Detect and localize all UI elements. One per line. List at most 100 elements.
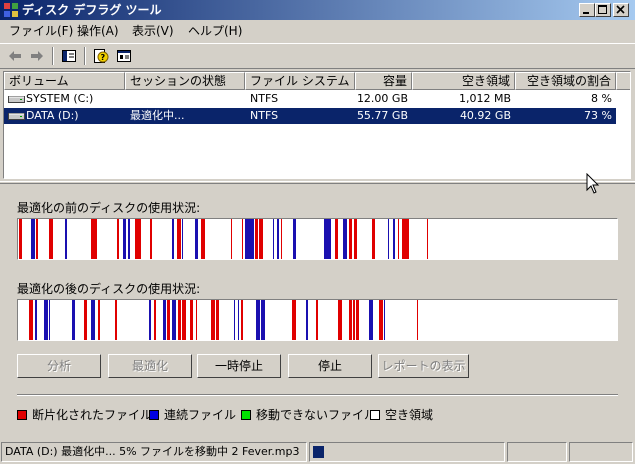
volume-row[interactable]: SYSTEM (C:) NTFS 12.00 GB 1,012 MB 8 % xyxy=(4,91,616,107)
back-arrow-icon[interactable] xyxy=(7,48,23,64)
disk-map-after-graphic xyxy=(29,300,418,340)
minimize-button[interactable] xyxy=(579,3,595,17)
disk-map-before xyxy=(17,218,618,260)
maximize-button[interactable] xyxy=(595,3,611,17)
disk-map-before-graphic xyxy=(19,219,428,259)
column-header-filler xyxy=(616,72,630,90)
disk-cluster-stripe xyxy=(177,219,181,259)
disk-cluster-stripe xyxy=(91,300,95,340)
legend-label-unmovable: 移動できないファイル xyxy=(256,408,377,422)
disk-cluster-stripe xyxy=(281,219,282,259)
menu-action[interactable]: 操作(A) xyxy=(77,24,119,38)
disk-cluster-stripe xyxy=(293,219,296,259)
before-map-label: 最適化の前のディスクの使用状況: xyxy=(17,201,201,215)
disk-cluster-stripe xyxy=(252,219,254,259)
disk-cluster-stripe xyxy=(335,219,338,259)
column-header-capacity[interactable]: 容量 xyxy=(355,72,412,90)
disk-cluster-stripe xyxy=(256,300,260,340)
mouse-pointer-icon xyxy=(586,173,600,194)
disk-cluster-stripe xyxy=(211,300,215,340)
disk-cluster-stripe xyxy=(388,219,389,259)
disk-cluster-stripe xyxy=(93,219,97,259)
view-report-button[interactable]: レポートの表示 xyxy=(378,354,469,378)
capacity: 55.77 GB xyxy=(356,109,408,122)
volume-list[interactable]: ボリューム セッションの状態 ファイル システム 容量 空き領域 空き領域の割合… xyxy=(3,71,631,179)
disk-cluster-stripe xyxy=(182,300,186,340)
free-percent: 8 % xyxy=(591,92,612,105)
disk-cluster-stripe xyxy=(417,300,418,340)
disk-cluster-stripe xyxy=(338,300,342,340)
session-status: 最適化中... xyxy=(130,109,185,122)
pause-button[interactable]: 一時停止 xyxy=(197,354,281,378)
disk-cluster-stripe xyxy=(19,219,22,259)
disk-cluster-stripe xyxy=(248,219,252,259)
disk-cluster-stripe xyxy=(261,300,265,340)
disk-cluster-stripe xyxy=(196,300,197,340)
pane-splitter[interactable] xyxy=(0,181,635,184)
help-icon[interactable]: ? xyxy=(93,48,109,64)
forward-arrow-icon[interactable] xyxy=(29,48,45,64)
legend-swatch-unmovable xyxy=(241,410,251,420)
disk-cluster-stripe xyxy=(355,219,357,259)
hard-drive-icon xyxy=(8,96,25,103)
disk-cluster-stripe xyxy=(241,300,243,340)
analyze-button[interactable]: 分析 xyxy=(17,354,101,378)
progress-panel xyxy=(309,442,505,462)
disk-cluster-stripe xyxy=(406,219,409,259)
close-button[interactable] xyxy=(613,3,629,17)
properties-icon[interactable] xyxy=(116,48,132,64)
legend-label-contiguous: 連続ファイル xyxy=(164,408,237,422)
legend-swatch-fragmented xyxy=(17,410,27,420)
disk-cluster-stripe xyxy=(31,219,35,259)
defragment-button[interactable]: 最適化 xyxy=(108,354,192,378)
show-hide-console-tree-icon[interactable] xyxy=(61,48,77,64)
status-panel-blank xyxy=(569,442,633,462)
stop-button[interactable]: 停止 xyxy=(288,354,372,378)
toolbar-separator xyxy=(84,47,86,65)
close-icon xyxy=(616,5,625,14)
legend-label-free: 空き領域 xyxy=(385,408,434,422)
volume-row-selected[interactable]: DATA (D:) 最適化中... NTFS 55.77 GB 40.92 GB… xyxy=(4,108,616,124)
disk-cluster-stripe xyxy=(172,300,176,340)
disk-cluster-stripe xyxy=(379,300,383,340)
disk-cluster-stripe xyxy=(182,219,183,259)
menu-bar: ファイル(F) 操作(A) 表示(V) ヘルプ(H) xyxy=(0,21,635,41)
disk-map-after xyxy=(17,299,618,341)
menu-file[interactable]: ファイル(F) xyxy=(9,24,73,38)
disk-cluster-stripe xyxy=(273,219,274,259)
after-map-label: 最適化の後のディスクの使用状況: xyxy=(17,282,201,296)
column-header-session-status[interactable]: セッションの状態 xyxy=(125,72,245,90)
toolbar: ? xyxy=(0,43,635,69)
disk-cluster-stripe xyxy=(29,300,33,340)
volume-name: SYSTEM (C:) xyxy=(26,92,94,105)
column-header-free-percent[interactable]: 空き領域の割合 xyxy=(515,72,616,90)
menu-view[interactable]: 表示(V) xyxy=(132,24,174,38)
disk-cluster-stripe xyxy=(149,300,151,340)
title-bar[interactable]: ディスク デフラグ ツール xyxy=(0,0,635,20)
hard-drive-icon xyxy=(8,113,25,120)
disk-cluster-stripe xyxy=(35,300,37,340)
column-header-free-space[interactable]: 空き領域 xyxy=(412,72,515,90)
disk-cluster-stripe xyxy=(167,300,170,340)
column-header-volume[interactable]: ボリューム xyxy=(4,72,125,90)
disk-cluster-stripe xyxy=(349,300,352,340)
disk-cluster-stripe xyxy=(242,219,243,259)
disk-cluster-stripe xyxy=(36,219,38,259)
legend-swatch-free xyxy=(370,410,380,420)
disk-cluster-stripe xyxy=(115,300,117,340)
disk-cluster-stripe xyxy=(117,219,119,259)
svg-text:?: ? xyxy=(101,53,106,62)
status-text-panel: DATA (D:) 最適化中... 5% ファイルを移動中 2 Fever.mp… xyxy=(1,442,307,462)
menu-help[interactable]: ヘルプ(H) xyxy=(188,24,242,38)
legend-separator xyxy=(17,394,618,396)
disk-cluster-stripe xyxy=(163,300,166,340)
maximize-icon xyxy=(598,5,607,14)
volume-name: DATA (D:) xyxy=(26,109,79,122)
disk-cluster-stripe xyxy=(91,219,93,259)
column-header-file-system[interactable]: ファイル システム xyxy=(245,72,355,90)
legend-label-fragmented: 断片化されたファイル xyxy=(32,408,153,422)
disk-cluster-stripe xyxy=(98,300,100,340)
disk-cluster-stripe xyxy=(255,219,258,259)
free-space: 1,012 MB xyxy=(458,92,511,105)
disk-cluster-stripe xyxy=(150,219,152,259)
